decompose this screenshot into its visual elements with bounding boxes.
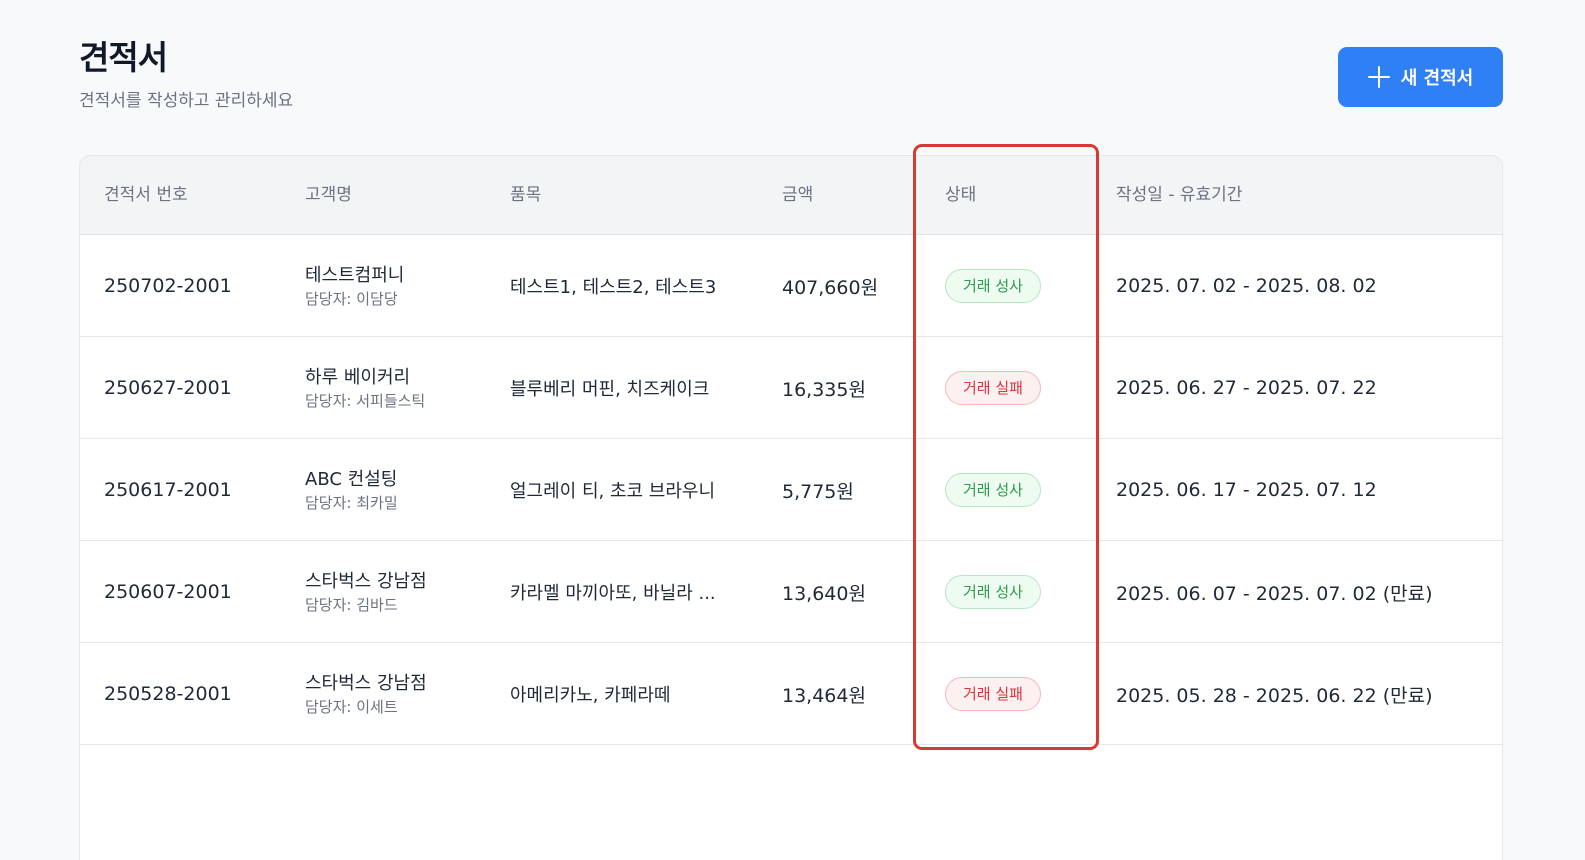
items: 카라멜 마끼아또, 바닐라 ...: [510, 583, 716, 604]
column-header-quote-number[interactable]: 견적서 번호: [104, 156, 188, 235]
customer-manager: 담당자: 이세트: [305, 698, 398, 716]
table-row[interactable]: 250617-2001 ABC 컨설팅 담당자: 최카밀 얼그레이 티, 초코 …: [80, 439, 1502, 541]
customer-name: ABC 컨설팅: [305, 469, 398, 490]
status-badge: 거래 성사: [945, 575, 1041, 609]
plus-icon: [1367, 66, 1390, 88]
quote-number: 250617-2001: [104, 479, 232, 501]
status-cell: 거래 성사: [945, 439, 1041, 541]
column-header-amount[interactable]: 금액: [782, 156, 813, 235]
customer-name: 하루 베이커리: [305, 367, 411, 388]
customer-manager: 담당자: 최카밀: [305, 494, 398, 512]
customer-cell: 스타벅스 강남점 담당자: 이세트: [305, 643, 427, 745]
customer-name: 스타벅스 강남점: [305, 571, 427, 592]
customer-manager: 담당자: 서피들스틱: [305, 392, 426, 410]
amount: 5,775원: [782, 480, 854, 503]
customer-manager: 담당자: 이담당: [305, 290, 398, 308]
customer-cell: 하루 베이커리 담당자: 서피들스틱: [305, 337, 425, 439]
table-row[interactable]: 250627-2001 하루 베이커리 담당자: 서피들스틱 블루베리 머핀, …: [80, 337, 1502, 439]
new-quote-button[interactable]: 새 견적서: [1338, 47, 1503, 107]
column-header-status[interactable]: 상태: [945, 156, 976, 235]
column-header-items[interactable]: 품목: [510, 156, 541, 235]
table-row[interactable]: 250607-2001 스타벅스 강남점 담당자: 김바드 카라멜 마끼아또, …: [80, 541, 1502, 643]
customer-cell: 스타벅스 강남점 담당자: 김바드: [305, 541, 427, 643]
quote-number: 250627-2001: [104, 377, 232, 399]
quotes-page: 견적서 견적서를 작성하고 관리하세요 새 견적서 견적서 번호 고객명 품목 …: [0, 0, 1585, 860]
status-badge: 거래 성사: [945, 269, 1041, 303]
page-subtitle: 견적서를 작성하고 관리하세요: [79, 91, 294, 111]
items: 테스트1, 테스트2, 테스트3: [510, 277, 717, 298]
page-title: 견적서: [79, 38, 168, 77]
table-row[interactable]: 250528-2001 스타벅스 강남점 담당자: 이세트 아메리카노, 카페라…: [80, 643, 1502, 745]
amount: 13,464원: [782, 684, 866, 707]
new-quote-button-label: 새 견적서: [1400, 68, 1474, 89]
customer-manager: 담당자: 김바드: [305, 596, 398, 614]
customer-cell: 테스트컴퍼니 담당자: 이담당: [305, 235, 404, 337]
date-validity: 2025. 07. 02 - 2025. 08. 02: [1116, 275, 1377, 297]
status-cell: 거래 성사: [945, 541, 1041, 643]
quote-number: 250702-2001: [104, 275, 232, 297]
status-badge: 거래 실패: [945, 371, 1041, 405]
items: 블루베리 머핀, 치즈케이크: [510, 379, 710, 400]
amount: 407,660원: [782, 276, 879, 299]
page-header: 견적서 견적서를 작성하고 관리하세요: [79, 36, 293, 112]
amount: 16,335원: [782, 378, 866, 401]
status-badge: 거래 성사: [945, 473, 1041, 507]
date-validity: 2025. 06. 07 - 2025. 07. 02 (만료): [1116, 582, 1433, 605]
status-cell: 거래 실패: [945, 643, 1041, 745]
date-validity: 2025. 05. 28 - 2025. 06. 22 (만료): [1116, 684, 1433, 707]
customer-name: 스타벅스 강남점: [305, 673, 427, 694]
status-cell: 거래 성사: [945, 235, 1041, 337]
status-badge: 거래 실패: [945, 677, 1041, 711]
date-validity: 2025. 06. 17 - 2025. 07. 12: [1116, 479, 1377, 501]
quote-number: 250528-2001: [104, 683, 232, 705]
table-row[interactable]: 250702-2001 테스트컴퍼니 담당자: 이담당 테스트1, 테스트2, …: [80, 235, 1502, 337]
customer-cell: ABC 컨설팅 담당자: 최카밀: [305, 439, 398, 541]
column-header-customer[interactable]: 고객명: [305, 156, 352, 235]
items: 아메리카노, 카페라떼: [510, 685, 671, 706]
column-header-date-validity[interactable]: 작성일 - 유효기간: [1116, 156, 1242, 235]
status-cell: 거래 실패: [945, 337, 1041, 439]
quotes-table: 견적서 번호 고객명 품목 금액 상태 작성일 - 유효기간 250702-20…: [79, 155, 1503, 860]
date-validity: 2025. 06. 27 - 2025. 07. 22: [1116, 377, 1377, 399]
amount: 13,640원: [782, 582, 866, 605]
table-header: 견적서 번호 고객명 품목 금액 상태 작성일 - 유효기간: [80, 156, 1502, 235]
items: 얼그레이 티, 초코 브라우니: [510, 481, 716, 502]
quote-number: 250607-2001: [104, 581, 232, 603]
customer-name: 테스트컴퍼니: [305, 265, 405, 286]
